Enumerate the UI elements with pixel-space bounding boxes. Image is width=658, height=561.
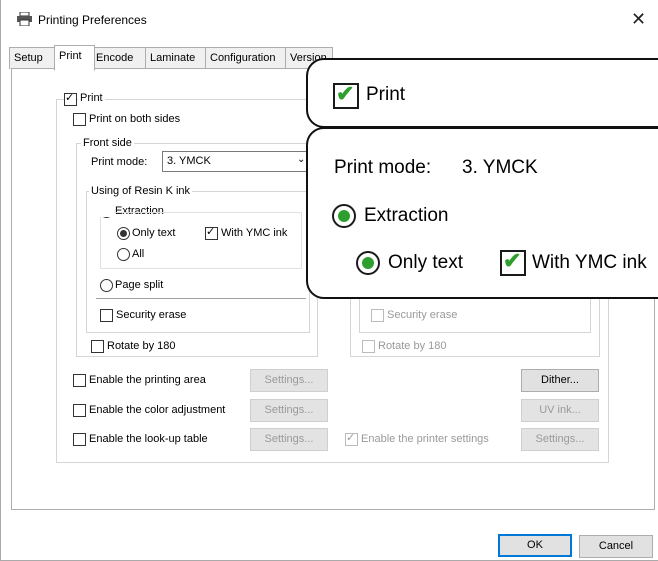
rotate-180-checkbox[interactable] [91, 340, 104, 353]
back-rotate-180-label: Rotate by 180 [378, 340, 447, 352]
printing-area-checkbox[interactable] [73, 374, 86, 387]
page-split-label: Page split [115, 279, 164, 291]
lookup-table-settings-button[interactable]: Settings... [250, 428, 328, 451]
uv-ink-button[interactable]: UV ink... [521, 399, 599, 422]
print-checkbox[interactable] [64, 91, 77, 106]
print-mode-select[interactable]: 3. YMCK ⌄ [162, 151, 312, 172]
title-bar: Printing Preferences ✕ [1, 0, 658, 40]
printer-icon [17, 12, 32, 26]
only-text-label: Only text [132, 227, 176, 239]
callout-print-mode-label: Print mode: [334, 157, 432, 178]
dither-button[interactable]: Dither... [521, 369, 599, 392]
callout-extraction-radio [332, 204, 356, 228]
extraction-subgroup [100, 212, 302, 269]
printer-settings-checkbox[interactable] [345, 431, 358, 446]
with-ymc-label: With YMC ink [221, 227, 288, 239]
back-rotate-180-checkbox[interactable] [362, 340, 375, 353]
print-mode-label: Print mode: [91, 156, 148, 168]
callout-extraction-label: Extraction [364, 205, 449, 226]
cancel-button[interactable]: Cancel [579, 535, 653, 558]
ok-button[interactable]: OK [498, 534, 572, 557]
callout-print-checkbox: ✔ [333, 81, 359, 109]
callout-print-mode: Print mode: 3. YMCK Extraction Only text… [306, 127, 658, 299]
back-security-erase-label: Security erase [387, 309, 458, 321]
print-both-sides-label: Print on both sides [89, 113, 181, 125]
tab-laminate[interactable]: Laminate [145, 47, 207, 69]
print-both-sides-checkbox[interactable] [73, 113, 86, 126]
resin-legend: Using of Resin K ink [89, 185, 193, 197]
divider [96, 298, 306, 299]
color-adjustment-settings-button[interactable]: Settings... [250, 399, 328, 422]
only-text-radio[interactable] [117, 227, 130, 240]
lookup-table-checkbox[interactable] [73, 433, 86, 446]
callout-only-text-radio [356, 251, 380, 275]
printer-settings-label: Enable the printer settings [361, 433, 489, 445]
tab-setup[interactable]: Setup [9, 47, 56, 69]
all-label: All [132, 248, 145, 260]
callout-print-mode-value: 3. YMCK [462, 157, 538, 178]
print-mode-value: 3. YMCK [167, 155, 211, 167]
color-adjustment-label: Enable the color adjustment [89, 404, 226, 416]
tab-print[interactable]: Print [54, 45, 95, 71]
chevron-down-icon: ⌄ [297, 154, 306, 165]
all-radio[interactable] [117, 248, 130, 261]
tab-configuration[interactable]: Configuration [205, 47, 287, 69]
rotate-180-label: Rotate by 180 [107, 340, 176, 352]
with-ymc-checkbox[interactable] [205, 225, 218, 240]
back-security-erase-checkbox[interactable] [371, 309, 384, 322]
callout-with-ymc-label: With YMC ink [532, 252, 647, 273]
security-erase-checkbox[interactable] [100, 309, 113, 322]
callout-print-label: Print [366, 84, 406, 105]
front-side-legend: Front side [81, 137, 134, 149]
printer-settings-button[interactable]: Settings... [521, 428, 599, 451]
printing-area-settings-button[interactable]: Settings... [250, 369, 328, 392]
window-title: Printing Preferences [38, 13, 147, 27]
close-icon[interactable]: ✕ [631, 9, 646, 30]
page-split-radio[interactable] [100, 279, 113, 292]
color-adjustment-checkbox[interactable] [73, 404, 86, 417]
print-label: Print [78, 92, 105, 104]
callout-print: ✔ Print [306, 58, 658, 128]
callout-with-ymc-checkbox: ✔ [500, 248, 526, 276]
printing-area-label: Enable the printing area [89, 374, 206, 386]
extraction-legend-mask [99, 203, 114, 217]
security-erase-label: Security erase [116, 309, 187, 321]
callout-only-text-label: Only text [388, 252, 463, 273]
tab-encode[interactable]: Encode [91, 47, 147, 69]
lookup-table-label: Enable the look-up table [89, 433, 208, 445]
